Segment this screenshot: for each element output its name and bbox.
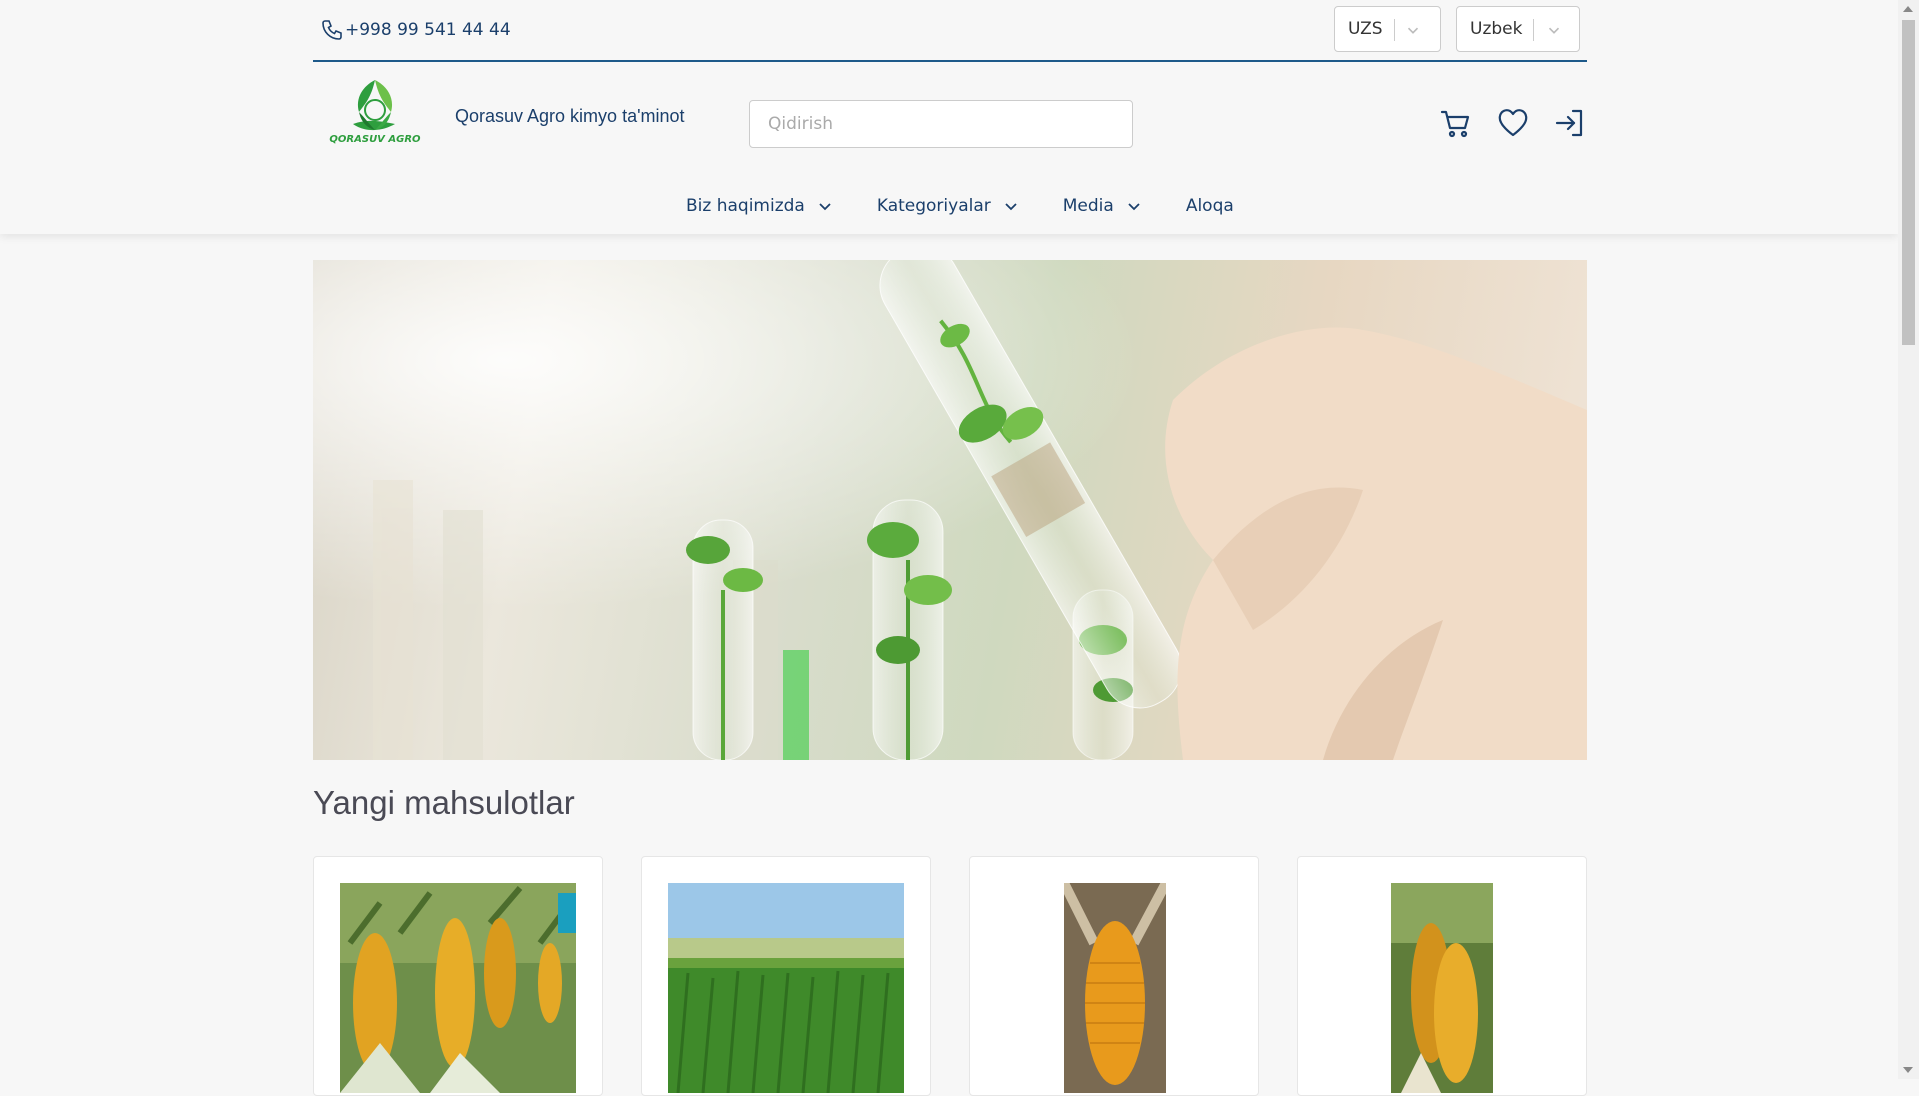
- product-card[interactable]: [313, 856, 603, 1096]
- phone-icon: [322, 20, 342, 40]
- nav-item-label: Biz haqimizda: [686, 196, 805, 216]
- chevron-down-icon: [1548, 27, 1560, 34]
- nav-item-about[interactable]: Biz haqimizda: [686, 196, 833, 216]
- chevron-down-icon: [1005, 203, 1017, 211]
- cart-button[interactable]: [1439, 106, 1473, 140]
- phone-link[interactable]: +998 99 541 44 44: [320, 18, 511, 42]
- search-input[interactable]: [749, 100, 1133, 148]
- login-icon: [1555, 109, 1583, 137]
- nav-item-label: Kategoriyalar: [876, 196, 991, 216]
- site-logo[interactable]: QORASUV AGRO: [325, 76, 425, 146]
- heart-icon: [1498, 109, 1528, 137]
- phone-number: +998 99 541 44 44: [345, 20, 511, 40]
- scrollbar-thumb[interactable]: [1902, 20, 1915, 345]
- product-image: [668, 883, 904, 1093]
- nav-item-categories[interactable]: Kategoriyalar: [877, 196, 1019, 216]
- product-image: [1391, 883, 1493, 1093]
- page-scrollbar[interactable]: [1898, 0, 1919, 1079]
- nav-item-media[interactable]: Media: [1063, 196, 1142, 216]
- cart-icon: [1440, 110, 1470, 138]
- product-card[interactable]: [969, 856, 1259, 1096]
- product-card[interactable]: [641, 856, 931, 1096]
- login-button[interactable]: [1553, 106, 1587, 140]
- chevron-down-icon: [1128, 203, 1140, 211]
- select-divider: [1394, 19, 1395, 41]
- lab-plants-illustration: [313, 260, 1587, 760]
- language-value: Uzbek: [1470, 19, 1523, 39]
- chevron-down-icon: [1407, 27, 1419, 34]
- nav-item-label: Aloqa: [1185, 196, 1234, 216]
- nav-item-label: Media: [1062, 196, 1114, 216]
- wishlist-button[interactable]: [1496, 106, 1530, 140]
- language-select[interactable]: Uzbek: [1456, 6, 1580, 52]
- chevron-down-icon: [819, 203, 831, 211]
- logo-icon: QORASUV AGRO: [329, 80, 421, 145]
- select-divider: [1533, 19, 1534, 41]
- nav-item-contact[interactable]: Aloqa: [1186, 196, 1234, 216]
- top-bar: +998 99 541 44 44 UZS Uzbek: [313, 0, 1587, 62]
- currency-select[interactable]: UZS: [1334, 6, 1441, 52]
- currency-value: UZS: [1348, 19, 1383, 39]
- product-card[interactable]: [1297, 856, 1587, 1096]
- scroll-down-icon[interactable]: [1903, 1067, 1913, 1073]
- hero-banner-image: [313, 260, 1587, 760]
- brand-name[interactable]: Qorasuv Agro kimyo ta'minot: [455, 106, 685, 127]
- section-title: Yangi mahsulotlar: [313, 784, 575, 821]
- scroll-up-icon[interactable]: [1903, 6, 1913, 12]
- main-nav: Biz haqimizda Kategoriyalar Media Aloqa: [0, 196, 1898, 226]
- product-image: [1064, 883, 1166, 1093]
- product-image: [340, 883, 576, 1093]
- svg-text:QORASUV AGRO: QORASUV AGRO: [329, 134, 421, 145]
